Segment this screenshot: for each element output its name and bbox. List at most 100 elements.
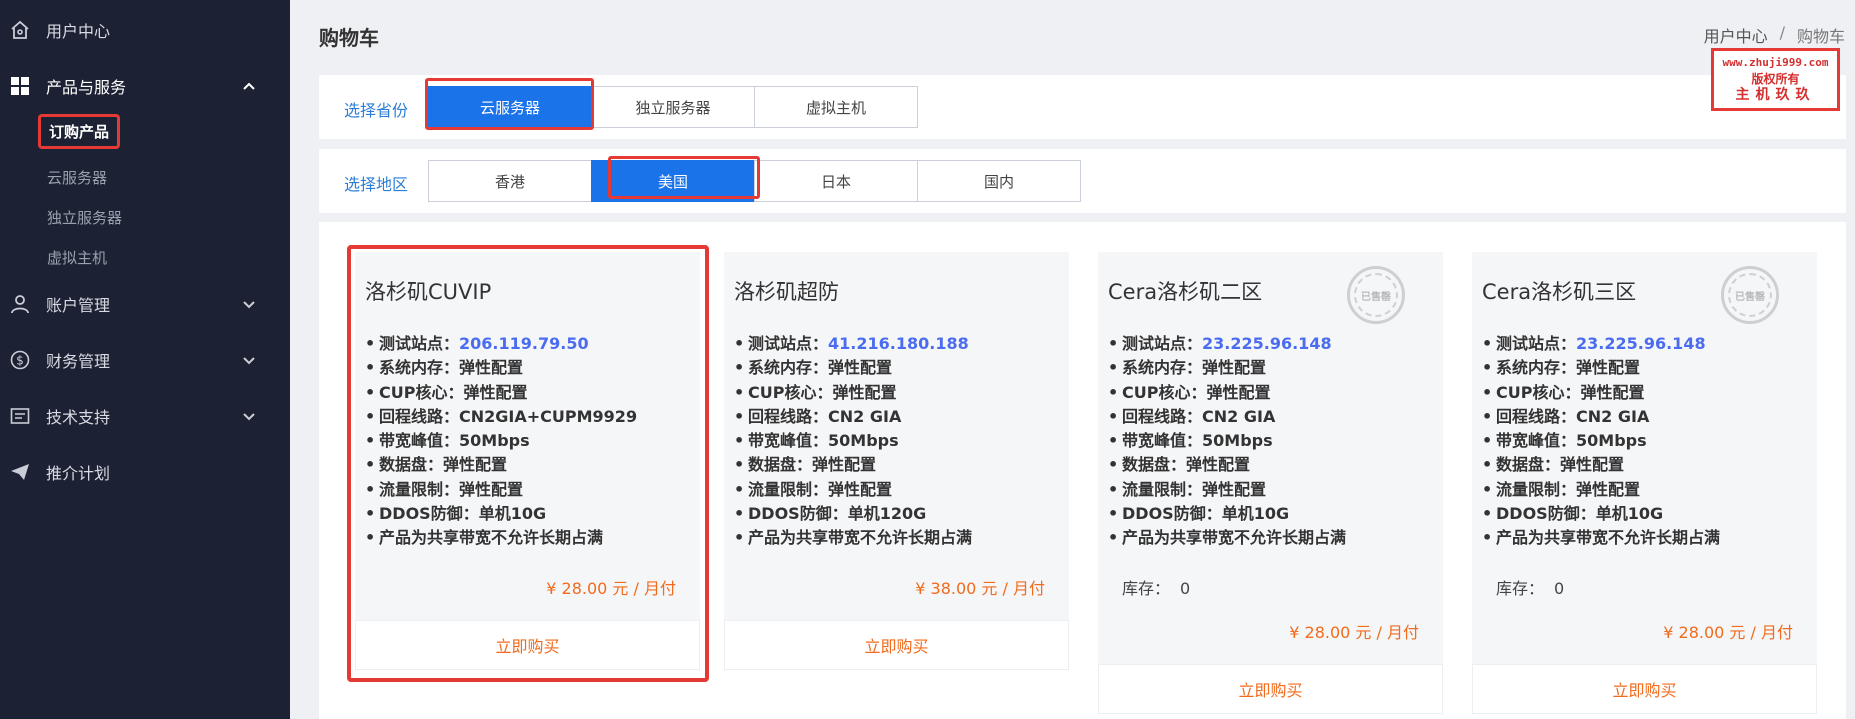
tab-japan[interactable]: 日本	[754, 160, 918, 202]
tab-hongkong[interactable]: 香港	[428, 160, 592, 202]
category-filter-label: 选择省份	[344, 101, 409, 120]
spec-item: CUP核心：弹性配置	[365, 381, 637, 405]
product-name: Cera洛杉矶二区	[1108, 280, 1263, 304]
sidebar-item-label: 用户中心	[46, 22, 111, 41]
spec-item: DDOS防御：单机10G	[1482, 502, 1720, 526]
tab-usa[interactable]: 美国	[591, 160, 755, 202]
product-price: ¥ 28.00 元 / 月付	[546, 579, 676, 598]
spec-item: 回程线路：CN2 GIA	[734, 405, 972, 429]
watermark-stamp: www.zhuji999.com 版权所有 主机玖玖	[1711, 48, 1840, 111]
category-filter-panel: 选择省份 云服务器 独立服务器 虚拟主机	[319, 75, 1846, 139]
spec-item: 流量限制：弹性配置	[1108, 478, 1346, 502]
spec-item: 数据盘：弹性配置	[734, 453, 972, 477]
spec-item: 系统内存：弹性配置	[1108, 356, 1346, 380]
spec-item: 系统内存：弹性配置	[365, 356, 637, 380]
spec-item: 流量限制：弹性配置	[734, 478, 972, 502]
region-filter-panel: 选择地区 香港 美国 日本 国内	[319, 149, 1846, 213]
spec-item: 回程线路：CN2 GIA	[1482, 405, 1720, 429]
buy-now-button[interactable]: 立即购买	[724, 620, 1069, 670]
product-name: 洛杉矶CUVIP	[365, 280, 492, 304]
page-title: 购物车	[319, 26, 379, 50]
spec-item: 产品为共享带宽不允许长期占满	[734, 526, 972, 550]
spec-item: CUP核心：弹性配置	[734, 381, 972, 405]
tab-domestic[interactable]: 国内	[917, 160, 1081, 202]
test-ip-link[interactable]: 41.216.180.188	[828, 334, 969, 353]
sidebar-item-products[interactable]: 产品与服务	[0, 66, 290, 106]
product-card: 洛杉矶CUVIP 测试站点：206.119.79.50 系统内存：弹性配置 CU…	[355, 252, 700, 670]
sold-out-stamp: 已售罄	[1721, 266, 1779, 324]
ticket-icon	[9, 405, 31, 427]
region-filter-label: 选择地区	[344, 175, 409, 194]
spec-item: 系统内存：弹性配置	[1482, 356, 1720, 380]
sidebar-item-support[interactable]: 技术支持	[0, 396, 290, 436]
breadcrumb-home[interactable]: 用户中心	[1704, 23, 1768, 47]
spec-item: 测试站点：23.225.96.148	[1108, 332, 1346, 356]
breadcrumb-current: 购物车	[1796, 27, 1845, 46]
sidebar-item-label: 账户管理	[46, 296, 111, 315]
spec-item: 数据盘：弹性配置	[1108, 453, 1346, 477]
spec-item: 带宽峰值：50Mbps	[1108, 429, 1346, 453]
sidebar-item-label: 技术支持	[46, 408, 111, 427]
product-name: 洛杉矶超防	[734, 280, 839, 304]
tab-cloud-server[interactable]: 云服务器	[428, 86, 592, 128]
product-price: ¥ 38.00 元 / 月付	[915, 579, 1045, 598]
chevron-up-icon	[243, 82, 255, 90]
sidebar-subitem-virtual-host[interactable]: 虚拟主机	[47, 247, 107, 268]
sidebar-subitem-order-product[interactable]: 订购产品	[38, 114, 121, 149]
spec-list: 测试站点：41.216.180.188 系统内存：弹性配置 CUP核心：弹性配置…	[734, 332, 972, 551]
test-ip-link[interactable]: 23.225.96.148	[1576, 334, 1706, 353]
dollar-icon: $	[9, 349, 31, 371]
buy-now-button[interactable]: 立即购买	[355, 620, 700, 670]
grid-icon	[9, 75, 31, 97]
product-name: Cera洛杉矶三区	[1482, 280, 1637, 304]
sold-out-stamp: 已售罄	[1347, 266, 1405, 324]
test-ip-link[interactable]: 206.119.79.50	[459, 334, 589, 353]
stock-count: 0	[1554, 579, 1565, 598]
product-card: 洛杉矶超防 测试站点：41.216.180.188 系统内存：弹性配置 CUP核…	[724, 252, 1069, 670]
sidebar-item-user-center[interactable]: 用户中心	[0, 10, 290, 50]
sidebar-item-label: 推介计划	[46, 464, 111, 483]
chevron-down-icon	[243, 413, 255, 421]
spec-item: 带宽峰值：50Mbps	[734, 429, 972, 453]
spec-item: DDOS防御：单机10G	[365, 502, 637, 526]
sidebar-subitem-cloud-server[interactable]: 云服务器	[47, 167, 107, 188]
sidebar-subitem-dedicated-server[interactable]: 独立服务器	[47, 207, 122, 228]
spec-item: 回程线路：CN2 GIA	[1108, 405, 1346, 429]
product-price: ¥ 28.00 元 / 月付	[1663, 623, 1793, 642]
buy-now-button[interactable]: 立即购买	[1098, 664, 1443, 714]
spec-list: 测试站点：206.119.79.50 系统内存：弹性配置 CUP核心：弹性配置 …	[365, 332, 637, 551]
spec-item: 回程线路：CN2GIA+CUPM9929	[365, 405, 637, 429]
spec-item: 带宽峰值：50Mbps	[365, 429, 637, 453]
buy-now-button[interactable]: 立即购买	[1472, 664, 1817, 714]
spec-item: CUP核心：弹性配置	[1108, 381, 1346, 405]
svg-text:$: $	[16, 354, 24, 368]
product-price: ¥ 28.00 元 / 月付	[1289, 623, 1419, 642]
spec-item: 带宽峰值：50Mbps	[1482, 429, 1720, 453]
spec-item: 产品为共享带宽不允许长期占满	[1482, 526, 1720, 550]
tab-virtual-host[interactable]: 虚拟主机	[754, 86, 918, 128]
breadcrumb: 用户中心 / 购物车	[1704, 23, 1845, 47]
stock-count: 0	[1180, 579, 1191, 598]
spec-item: 流量限制：弹性配置	[365, 478, 637, 502]
watermark-brand: 主机玖玖	[1735, 87, 1816, 103]
product-card: Cera洛杉矶二区 已售罄 测试站点：23.225.96.148 系统内存：弹性…	[1098, 252, 1443, 714]
test-ip-link[interactable]: 23.225.96.148	[1202, 334, 1332, 353]
stock-info: 库存： 0	[1122, 579, 1191, 598]
chevron-down-icon	[243, 357, 255, 365]
sidebar-item-referral[interactable]: 推介计划	[0, 452, 290, 492]
paper-plane-icon	[9, 461, 31, 483]
spec-item: 产品为共享带宽不允许长期占满	[1108, 526, 1346, 550]
category-segmented-control: 云服务器 独立服务器 虚拟主机	[428, 86, 918, 128]
sidebar-item-label: 财务管理	[46, 352, 111, 371]
spec-item: 流量限制：弹性配置	[1482, 478, 1720, 502]
product-card: Cera洛杉矶三区 已售罄 测试站点：23.225.96.148 系统内存：弹性…	[1472, 252, 1817, 714]
sidebar-item-finance[interactable]: $ 财务管理	[0, 340, 290, 380]
sidebar: 用户中心 产品与服务 订购产品 云服务器 独立服务器 虚拟主机 账户管理 $ 财…	[0, 0, 290, 719]
spec-item: CUP核心：弹性配置	[1482, 381, 1720, 405]
sidebar-item-account[interactable]: 账户管理	[0, 284, 290, 324]
spec-item: 测试站点：41.216.180.188	[734, 332, 972, 356]
spec-item: 产品为共享带宽不允许长期占满	[365, 526, 637, 550]
spec-item: 数据盘：弹性配置	[365, 453, 637, 477]
tab-dedicated-server[interactable]: 独立服务器	[591, 86, 755, 128]
watermark-copyright: 版权所有	[1751, 72, 1800, 86]
